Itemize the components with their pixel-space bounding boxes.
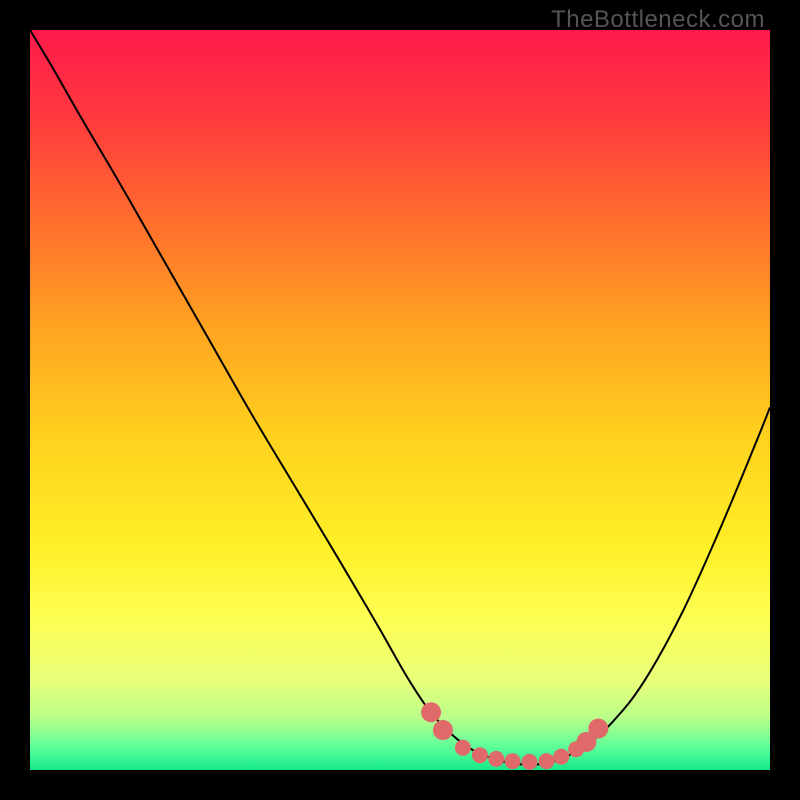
- optimal-marker: [553, 749, 569, 765]
- optimal-marker: [433, 720, 453, 740]
- optimal-marker: [488, 751, 504, 767]
- optimal-marker: [539, 753, 555, 769]
- bottleneck-chart: [30, 30, 770, 770]
- optimal-marker: [588, 719, 608, 739]
- optimal-marker: [504, 753, 520, 769]
- optimal-marker: [455, 740, 471, 756]
- optimal-marker: [421, 702, 441, 722]
- chart-frame: [30, 30, 770, 770]
- optimal-marker: [522, 754, 538, 770]
- optimal-marker: [472, 747, 488, 763]
- chart-background: [30, 30, 770, 770]
- watermark-text: TheBottleneck.com: [551, 6, 765, 34]
